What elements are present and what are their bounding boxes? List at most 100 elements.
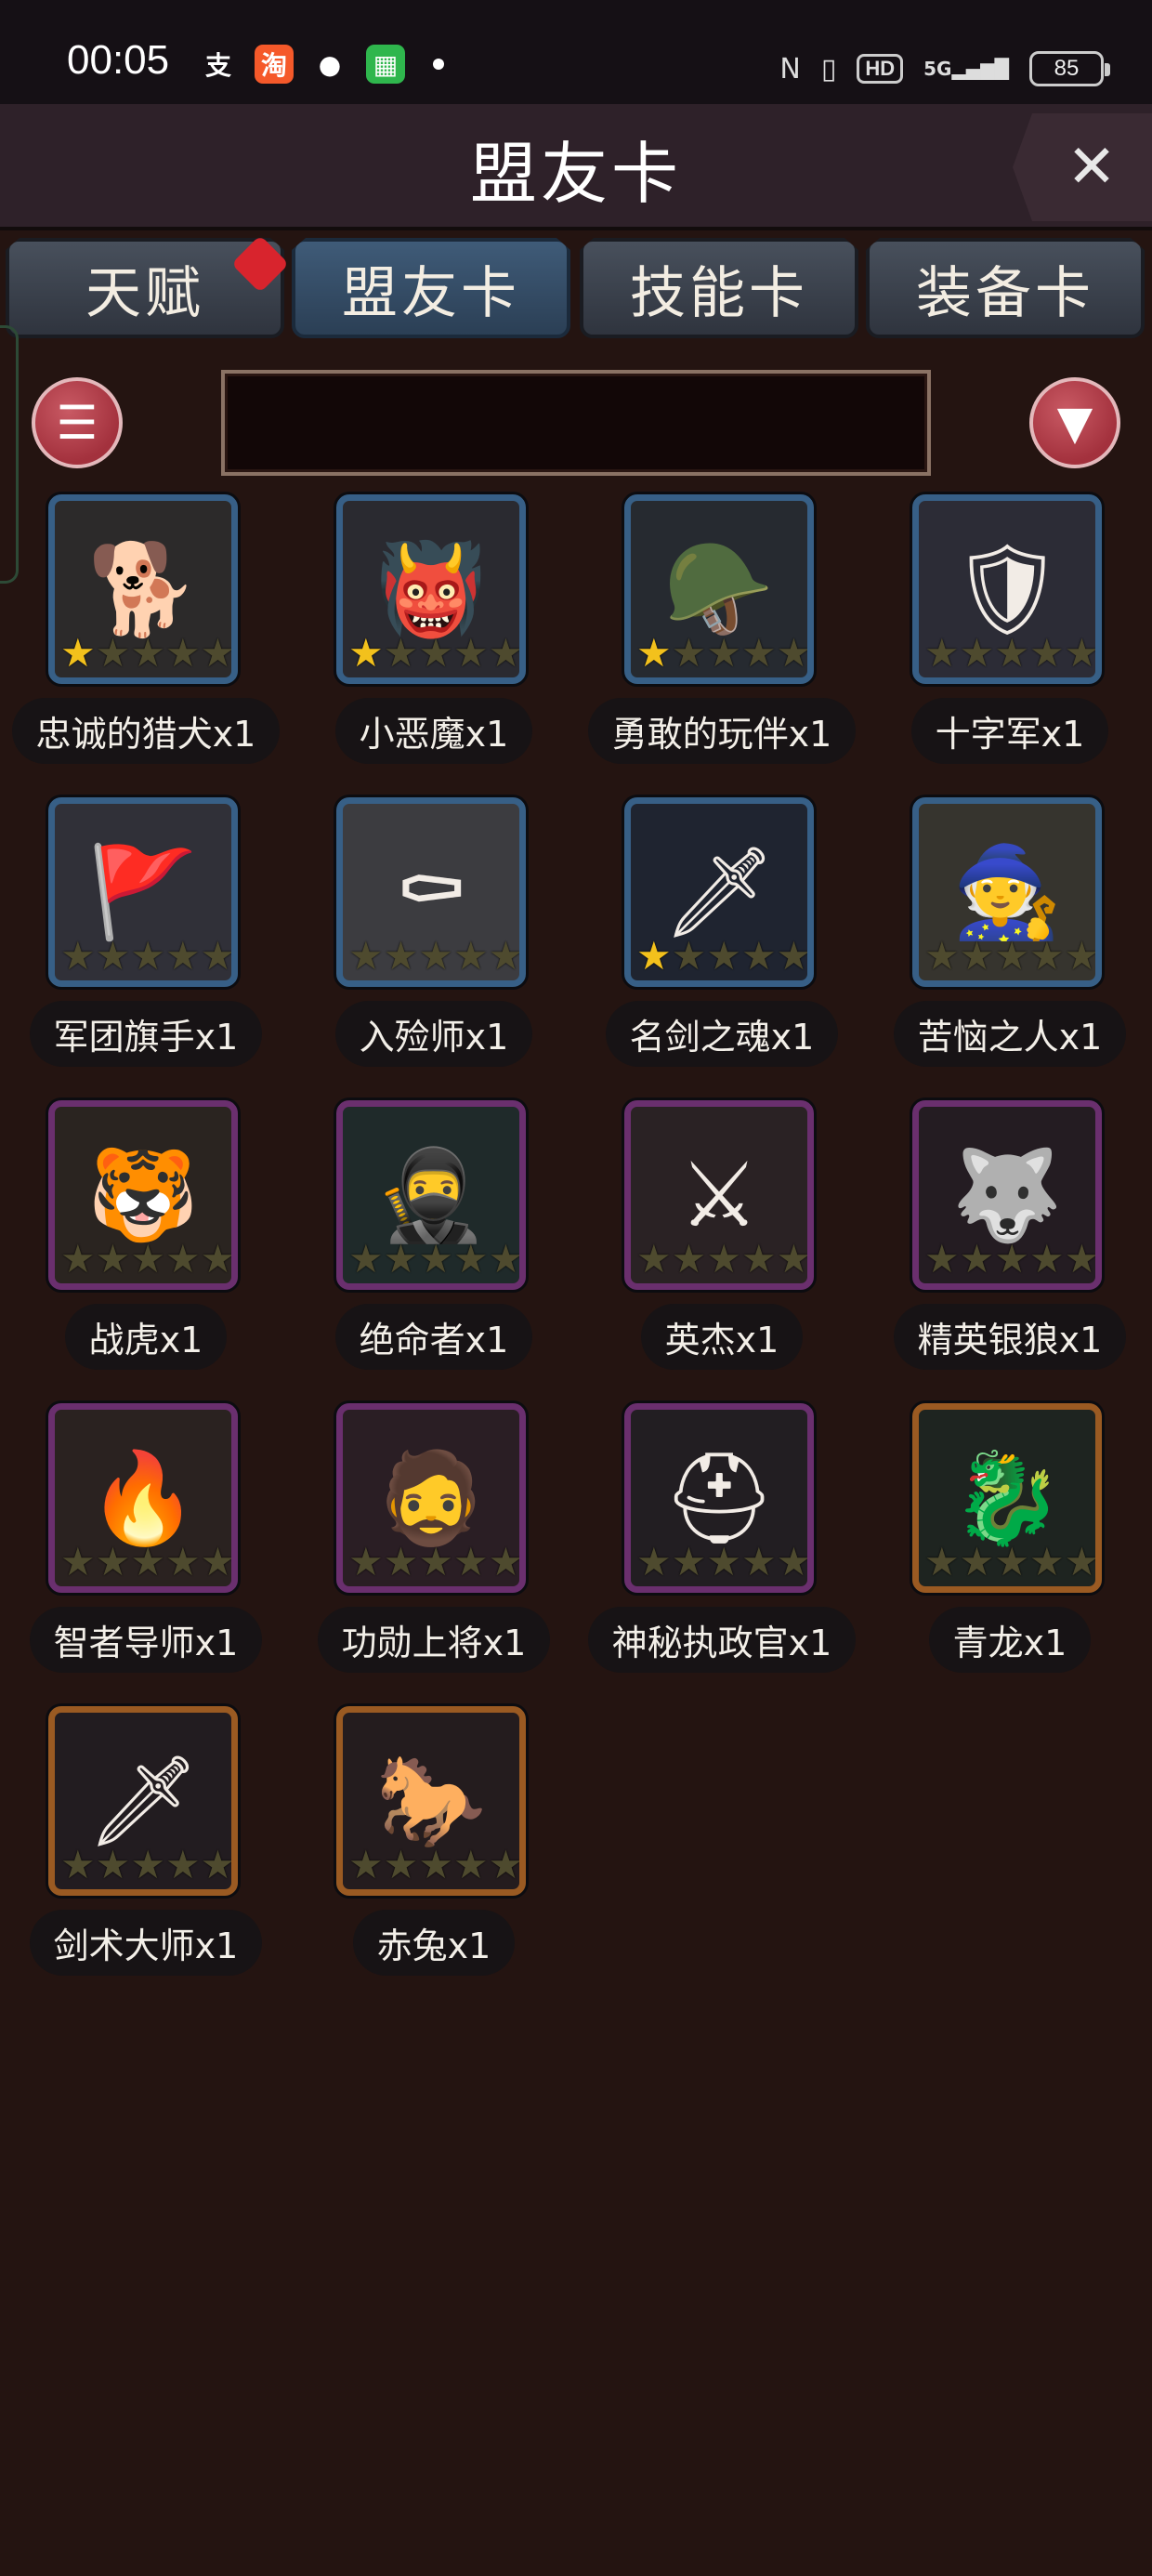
- star-icon: ★: [959, 1539, 995, 1584]
- star-icon: ★: [776, 630, 812, 676]
- status-time: 00:05: [67, 37, 170, 83]
- card-portrait: 🧔 ★ ★ ★ ★ ★: [336, 1403, 526, 1593]
- ally-card[interactable]: 🛡 ★ ★ ★ ★ ★ 十字军x1: [866, 494, 1152, 792]
- ally-card[interactable]: ⚔ ★ ★ ★ ★ ★ 英杰x1: [578, 1100, 866, 1398]
- star-icon: ★: [776, 1236, 812, 1281]
- star-icon: ★: [1064, 630, 1100, 676]
- star-icon: ★: [348, 1236, 384, 1281]
- ally-card[interactable]: 🐕 ★ ★ ★ ★ ★ 忠诚的猎犬x1: [2, 494, 290, 792]
- star-icon: ★: [959, 1236, 995, 1281]
- star-icon: ★: [418, 933, 453, 979]
- star-icon: ★: [1064, 933, 1100, 979]
- star-icon: ★: [200, 1236, 236, 1281]
- signal-icon: 5G▂▄▆█: [923, 58, 1009, 80]
- signal-label: 5G: [923, 58, 952, 80]
- tab-2[interactable]: 技能卡: [580, 238, 858, 338]
- card-portrait: 🐺 ★ ★ ★ ★ ★: [912, 1100, 1102, 1290]
- ally-card[interactable]: 🥷 ★ ★ ★ ★ ★ 绝命者x1: [290, 1100, 578, 1398]
- card-portrait: 🚩 ★ ★ ★ ★ ★: [48, 797, 238, 987]
- card-name: 精英银狼x1: [893, 1303, 1127, 1370]
- battery-icon: 85: [1029, 51, 1110, 86]
- card-label: 名剑之魂x1: [578, 998, 866, 1069]
- star-icon: ★: [924, 933, 960, 979]
- star-icon: ★: [924, 630, 960, 676]
- star-icon: ★: [95, 933, 131, 979]
- card-portrait: 🐎 ★ ★ ★ ★ ★: [336, 1706, 526, 1896]
- card-label: 绝命者x1: [290, 1301, 578, 1372]
- star-icon: ★: [924, 1236, 960, 1281]
- ally-card[interactable]: 🐉 ★ ★ ★ ★ ★ 青龙x1: [866, 1403, 1152, 1701]
- star-icon: ★: [348, 1539, 384, 1584]
- ally-card[interactable]: 🧔 ★ ★ ★ ★ ★ 功勋上将x1: [290, 1403, 578, 1701]
- card-portrait: 🔥 ★ ★ ★ ★ ★: [48, 1403, 238, 1593]
- list-button[interactable]: ☰: [32, 377, 123, 468]
- ally-card[interactable]: 🚩 ★ ★ ★ ★ ★ 军团旗手x1: [2, 797, 290, 1095]
- list-icon: ☰: [56, 396, 98, 450]
- tab-3[interactable]: 装备卡: [866, 238, 1145, 338]
- card-name: 名剑之魂x1: [605, 1000, 839, 1067]
- card-label: 小恶魔x1: [290, 695, 578, 766]
- ally-card[interactable]: 👹 ★ ★ ★ ★ ★ 小恶魔x1: [290, 494, 578, 792]
- star-icon: ★: [706, 630, 741, 676]
- tab-label: 天赋: [85, 260, 204, 326]
- card-label: 剑术大师x1: [2, 1907, 290, 1978]
- star-rating: ★ ★ ★ ★ ★: [635, 630, 807, 676]
- star-icon: ★: [60, 933, 96, 979]
- alipay-icon: 支: [204, 50, 231, 81]
- star-icon: ★: [95, 1539, 131, 1584]
- star-icon: ★: [706, 1539, 741, 1584]
- card-label: 勇敢的玩伴x1: [578, 695, 866, 766]
- card-label: 入殓师x1: [290, 998, 578, 1069]
- ally-card[interactable]: 🔥 ★ ★ ★ ★ ★ 智者导师x1: [2, 1403, 290, 1701]
- star-icon: ★: [164, 1539, 201, 1584]
- ally-card[interactable]: ⚰ ★ ★ ★ ★ ★ 入殓师x1: [290, 797, 578, 1095]
- ally-card[interactable]: 🗡 ★ ★ ★ ★ ★ 剑术大师x1: [2, 1706, 290, 2004]
- card-label: 苦恼之人x1: [866, 998, 1152, 1069]
- star-icon: ★: [130, 933, 165, 979]
- star-icon: ★: [924, 1539, 960, 1584]
- star-rating: ★ ★ ★ ★ ★: [59, 633, 231, 674]
- star-icon: ★: [706, 1236, 741, 1281]
- star-icon: ★: [418, 630, 453, 676]
- ally-card[interactable]: 🧙 ★ ★ ★ ★ ★ 苦恼之人x1: [866, 797, 1152, 1095]
- card-name: 绝命者x1: [334, 1303, 533, 1370]
- search-input[interactable]: [221, 370, 931, 476]
- ally-card[interactable]: 🪖 ★ ★ ★ ★ ★ 勇敢的玩伴x1: [578, 494, 866, 792]
- star-icon: ★: [452, 1842, 489, 1887]
- card-portrait: ⚰ ★ ★ ★ ★ ★: [336, 797, 526, 987]
- card-portrait: 🗡 ★ ★ ★ ★ ★: [624, 797, 814, 987]
- star-icon: ★: [130, 1842, 165, 1887]
- status-bar: 00:05 支淘 ● ▦ N ▯ HD 5G▂▄▆█ 85: [0, 0, 1152, 104]
- card-label: 精英银狼x1: [866, 1301, 1152, 1372]
- tab-label: 技能卡: [630, 260, 808, 326]
- filter-icon: ▼: [1056, 396, 1093, 450]
- star-icon: ★: [200, 1842, 236, 1887]
- card-label: 青龙x1: [866, 1604, 1152, 1675]
- star-icon: ★: [383, 1842, 419, 1887]
- tab-label: 装备卡: [916, 260, 1094, 326]
- star-rating: ★ ★ ★ ★ ★: [923, 1539, 1095, 1584]
- ally-card[interactable]: 🐯 ★ ★ ★ ★ ★ 战虎x1: [2, 1100, 290, 1398]
- card-portrait: 🛡 ★ ★ ★ ★ ★: [912, 494, 1102, 684]
- ally-card[interactable]: 🐎 ★ ★ ★ ★ ★ 赤兔x1: [290, 1706, 578, 2004]
- filter-button[interactable]: ▼: [1029, 377, 1120, 468]
- ally-card[interactable]: 🐺 ★ ★ ★ ★ ★ 精英银狼x1: [866, 1100, 1152, 1398]
- star-icon: ★: [164, 1842, 201, 1887]
- card-label: 赤兔x1: [290, 1907, 578, 1978]
- card-portrait: 🐕 ★ ★ ★ ★ ★: [48, 494, 238, 684]
- star-icon: ★: [383, 1236, 419, 1281]
- card-label: 智者导师x1: [2, 1604, 290, 1675]
- ally-card[interactable]: ⛑ ★ ★ ★ ★ ★ 神秘执政官x1: [578, 1403, 866, 1701]
- star-icon: ★: [383, 630, 419, 676]
- star-icon: ★: [383, 933, 419, 979]
- tab-1[interactable]: 盟友卡: [292, 238, 570, 338]
- star-rating: ★ ★ ★ ★ ★: [59, 1239, 231, 1280]
- header-bar: 盟友卡 ✕: [0, 104, 1152, 230]
- card-label: 军团旗手x1: [2, 998, 290, 1069]
- star-icon: ★: [1028, 1236, 1065, 1281]
- close-button[interactable]: ✕: [1013, 113, 1152, 221]
- ally-card[interactable]: 🗡 ★ ★ ★ ★ ★ 名剑之魂x1: [578, 797, 866, 1095]
- card-portrait: 🪖 ★ ★ ★ ★ ★: [624, 494, 814, 684]
- star-icon: ★: [740, 1236, 777, 1281]
- star-icon: ★: [488, 1236, 524, 1281]
